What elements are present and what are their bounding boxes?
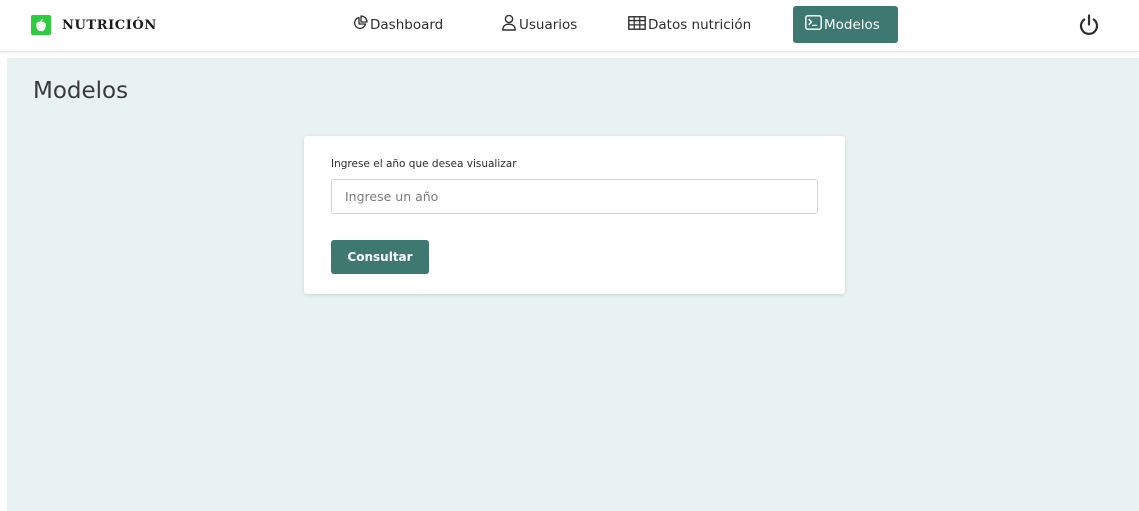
- nav-item-modelos[interactable]: Modelos: [793, 6, 898, 43]
- nav-item-datos-nutricion[interactable]: Datos nutrición: [622, 6, 757, 43]
- pie-chart-icon: [352, 14, 368, 35]
- logout-button[interactable]: [1076, 12, 1102, 38]
- consultar-button[interactable]: Consultar: [331, 240, 429, 274]
- nav-item-dashboard[interactable]: Dashboard: [346, 6, 449, 43]
- year-field-label: Ingrese el año que desea visualizar: [331, 158, 517, 170]
- nav-label: Dashboard: [370, 16, 444, 33]
- nav-item-usuarios[interactable]: Usuarios: [495, 6, 583, 43]
- terminal-icon: [805, 15, 822, 34]
- page-title: Modelos: [33, 78, 129, 104]
- nav-label: Usuarios: [519, 16, 578, 33]
- user-icon: [501, 14, 517, 35]
- year-input[interactable]: [331, 179, 818, 214]
- main-content: Modelos Ingrese el año que desea visuali…: [7, 58, 1139, 511]
- power-icon: [1076, 14, 1102, 42]
- nav-label: Modelos: [824, 16, 880, 33]
- brand-name: NUTRICIÓN: [62, 17, 157, 33]
- top-navbar: NUTRICIÓN Dashboard Usuarios Datos nutri…: [0, 0, 1139, 52]
- nav-label: Datos nutrición: [648, 16, 752, 33]
- apple-icon: [31, 15, 51, 35]
- brand[interactable]: NUTRICIÓN: [31, 13, 157, 37]
- query-card: Ingrese el año que desea visualizar Cons…: [304, 136, 845, 294]
- table-icon: [628, 15, 646, 34]
